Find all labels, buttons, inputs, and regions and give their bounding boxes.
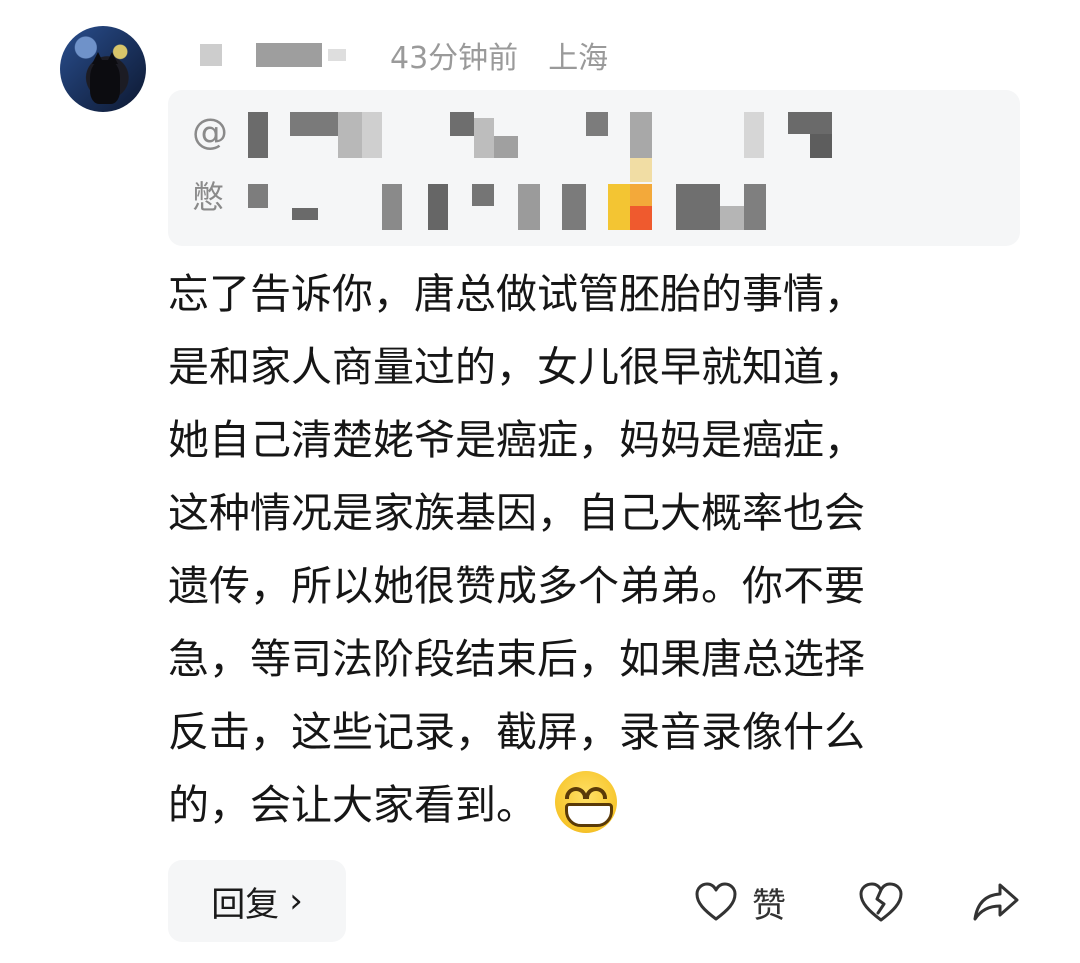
quoted-reply-box[interactable]: @ 憋 [168,90,1020,246]
mosaic-block [474,118,494,158]
share-button[interactable] [972,872,1020,932]
mosaic-block [382,184,402,230]
mosaic-block [494,136,518,158]
mosaic-block [744,112,764,158]
mosaic-block [562,184,586,230]
dislike-button[interactable] [858,872,904,932]
reply-button[interactable]: 回复 › [168,860,346,942]
mosaic-block [630,112,652,158]
like-label: 赞 [752,885,786,926]
broken-heart-icon [859,882,903,922]
comment-line: 忘了告诉你，唐总做试管胚胎的事情， [168,270,865,318]
mosaic-block [290,112,338,136]
comment-time: 43分钟前 [390,41,519,76]
comment-line: 遗传，所以她很赞成多个弟弟。你不要 [168,562,865,610]
mosaic-block [248,112,268,158]
reply-label: 回复 [211,884,280,925]
quote-line2-start: 憋 [192,178,225,216]
mosaic-block [744,184,766,230]
mosaic-block [338,112,362,158]
share-arrow-icon [973,883,1019,921]
mosaic-block [720,206,744,230]
comment-line: 她自己清楚姥爷是癌症，妈妈是癌症， [168,416,865,464]
comment-line: 是和家人商量过的，女儿很早就知道， [168,343,865,391]
comment-body: 忘了告诉你，唐总做试管胚胎的事情， 是和家人商量过的，女儿很早就知道， 她自己清… [168,258,1008,842]
mosaic-block [608,184,630,230]
grinning-face-emoji-icon [555,771,617,833]
mosaic-block [450,112,474,136]
comment-header: 43分钟前 上海 [200,32,608,78]
mosaic-block [428,184,448,230]
user-avatar[interactable] [60,26,146,112]
mosaic-block [292,208,318,220]
mosaic-block [630,158,652,182]
mosaic-block [630,206,652,230]
quote-at-symbol: @ [192,112,228,153]
mosaic-block [788,112,832,134]
mosaic-block [810,134,832,158]
username-mosaic[interactable] [200,43,346,67]
comment-line: 的，会让大家看到。 [168,781,537,829]
mosaic-block [248,184,268,208]
like-button[interactable]: 赞 [694,872,786,932]
comment-last-line: 的，会让大家看到。 [168,769,1008,842]
mosaic-block [676,184,720,230]
mosaic-block [362,112,382,158]
comment-line: 反击，这些记录，截屏，录音录像什么 [168,708,865,756]
mosaic-block [472,184,494,206]
mosaic-block [630,184,652,206]
heart-outline-icon [695,882,737,921]
comment-line: 这种情况是家族基因，自己大概率也会 [168,489,865,537]
mosaic-block [586,112,608,136]
mosaic-block [518,184,540,230]
comment-location: 上海 [548,41,609,76]
chevron-right-icon: › [289,881,303,921]
avatar-cat-figure [90,52,120,104]
comment-line: 急，等司法阶段结束后，如果唐总选择 [168,635,865,683]
